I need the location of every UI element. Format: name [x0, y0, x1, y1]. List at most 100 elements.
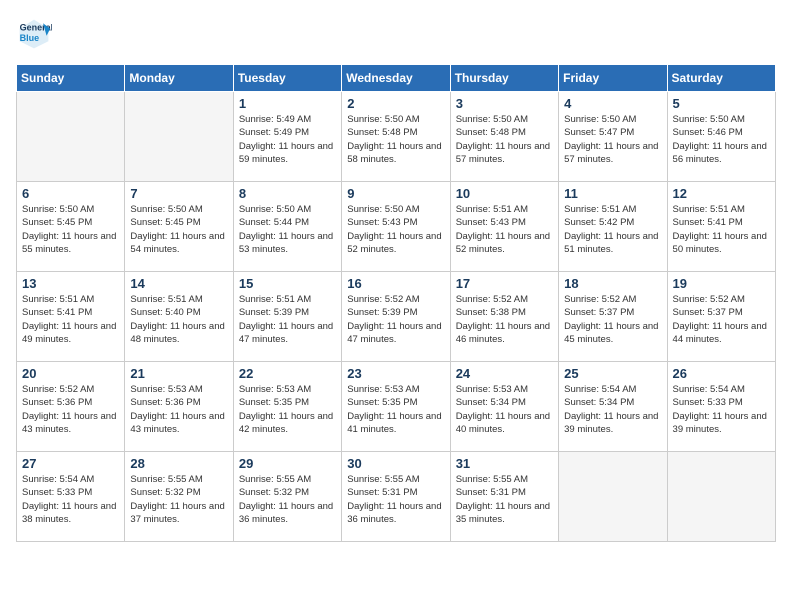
sunrise-text: Sunrise: 5:52 AM — [456, 294, 528, 305]
daylight-text: Daylight: 11 hours and 40 minutes. — [456, 411, 550, 435]
page-header: General Blue — [16, 16, 776, 52]
day-info: Sunrise: 5:51 AM Sunset: 5:39 PM Dayligh… — [239, 293, 336, 346]
daylight-text: Daylight: 11 hours and 59 minutes. — [239, 141, 333, 165]
day-number: 24 — [456, 366, 553, 381]
day-info: Sunrise: 5:55 AM Sunset: 5:31 PM Dayligh… — [456, 473, 553, 526]
day-info: Sunrise: 5:50 AM Sunset: 5:44 PM Dayligh… — [239, 203, 336, 256]
daylight-text: Daylight: 11 hours and 53 minutes. — [239, 231, 333, 255]
sunset-text: Sunset: 5:47 PM — [564, 127, 634, 138]
day-number: 27 — [22, 456, 119, 471]
sunrise-text: Sunrise: 5:50 AM — [347, 114, 419, 125]
day-number: 28 — [130, 456, 227, 471]
calendar-cell: 17 Sunrise: 5:52 AM Sunset: 5:38 PM Dayl… — [450, 272, 558, 362]
daylight-text: Daylight: 11 hours and 57 minutes. — [564, 141, 658, 165]
daylight-text: Daylight: 11 hours and 52 minutes. — [347, 231, 441, 255]
daylight-text: Daylight: 11 hours and 38 minutes. — [22, 501, 116, 525]
day-number: 21 — [130, 366, 227, 381]
sunrise-text: Sunrise: 5:54 AM — [564, 384, 636, 395]
day-number: 15 — [239, 276, 336, 291]
sunset-text: Sunset: 5:48 PM — [456, 127, 526, 138]
daylight-text: Daylight: 11 hours and 37 minutes. — [130, 501, 224, 525]
calendar-cell: 29 Sunrise: 5:55 AM Sunset: 5:32 PM Dayl… — [233, 452, 341, 542]
day-number: 13 — [22, 276, 119, 291]
logo: General Blue — [16, 16, 58, 52]
calendar-cell: 8 Sunrise: 5:50 AM Sunset: 5:44 PM Dayli… — [233, 182, 341, 272]
daylight-text: Daylight: 11 hours and 41 minutes. — [347, 411, 441, 435]
sunset-text: Sunset: 5:44 PM — [239, 217, 309, 228]
day-number: 26 — [673, 366, 770, 381]
calendar-cell: 25 Sunrise: 5:54 AM Sunset: 5:34 PM Dayl… — [559, 362, 667, 452]
sunrise-text: Sunrise: 5:55 AM — [347, 474, 419, 485]
sunrise-text: Sunrise: 5:55 AM — [239, 474, 311, 485]
sunset-text: Sunset: 5:37 PM — [673, 307, 743, 318]
sunrise-text: Sunrise: 5:51 AM — [22, 294, 94, 305]
daylight-text: Daylight: 11 hours and 56 minutes. — [673, 141, 767, 165]
calendar-cell: 2 Sunrise: 5:50 AM Sunset: 5:48 PM Dayli… — [342, 92, 450, 182]
svg-text:Blue: Blue — [20, 33, 40, 43]
daylight-text: Daylight: 11 hours and 44 minutes. — [673, 321, 767, 345]
day-info: Sunrise: 5:53 AM Sunset: 5:36 PM Dayligh… — [130, 383, 227, 436]
daylight-text: Daylight: 11 hours and 43 minutes. — [22, 411, 116, 435]
sunset-text: Sunset: 5:48 PM — [347, 127, 417, 138]
daylight-text: Daylight: 11 hours and 58 minutes. — [347, 141, 441, 165]
daylight-text: Daylight: 11 hours and 51 minutes. — [564, 231, 658, 255]
calendar-cell: 21 Sunrise: 5:53 AM Sunset: 5:36 PM Dayl… — [125, 362, 233, 452]
sunset-text: Sunset: 5:41 PM — [673, 217, 743, 228]
sunrise-text: Sunrise: 5:50 AM — [239, 204, 311, 215]
calendar-cell: 20 Sunrise: 5:52 AM Sunset: 5:36 PM Dayl… — [17, 362, 125, 452]
sunrise-text: Sunrise: 5:49 AM — [239, 114, 311, 125]
sunrise-text: Sunrise: 5:51 AM — [673, 204, 745, 215]
day-info: Sunrise: 5:50 AM Sunset: 5:45 PM Dayligh… — [22, 203, 119, 256]
day-info: Sunrise: 5:51 AM Sunset: 5:41 PM Dayligh… — [673, 203, 770, 256]
sunrise-text: Sunrise: 5:51 AM — [564, 204, 636, 215]
daylight-text: Daylight: 11 hours and 48 minutes. — [130, 321, 224, 345]
sunset-text: Sunset: 5:43 PM — [456, 217, 526, 228]
calendar-cell: 12 Sunrise: 5:51 AM Sunset: 5:41 PM Dayl… — [667, 182, 775, 272]
day-info: Sunrise: 5:50 AM Sunset: 5:47 PM Dayligh… — [564, 113, 661, 166]
sunset-text: Sunset: 5:45 PM — [130, 217, 200, 228]
sunset-text: Sunset: 5:38 PM — [456, 307, 526, 318]
day-number: 8 — [239, 186, 336, 201]
daylight-text: Daylight: 11 hours and 36 minutes. — [347, 501, 441, 525]
daylight-text: Daylight: 11 hours and 46 minutes. — [456, 321, 550, 345]
sunset-text: Sunset: 5:36 PM — [130, 397, 200, 408]
calendar-cell: 26 Sunrise: 5:54 AM Sunset: 5:33 PM Dayl… — [667, 362, 775, 452]
calendar-cell: 30 Sunrise: 5:55 AM Sunset: 5:31 PM Dayl… — [342, 452, 450, 542]
day-info: Sunrise: 5:55 AM Sunset: 5:32 PM Dayligh… — [239, 473, 336, 526]
day-info: Sunrise: 5:52 AM Sunset: 5:39 PM Dayligh… — [347, 293, 444, 346]
day-number: 11 — [564, 186, 661, 201]
sunrise-text: Sunrise: 5:51 AM — [130, 294, 202, 305]
day-info: Sunrise: 5:50 AM Sunset: 5:43 PM Dayligh… — [347, 203, 444, 256]
daylight-text: Daylight: 11 hours and 50 minutes. — [673, 231, 767, 255]
sunrise-text: Sunrise: 5:50 AM — [347, 204, 419, 215]
sunset-text: Sunset: 5:41 PM — [22, 307, 92, 318]
sunrise-text: Sunrise: 5:53 AM — [130, 384, 202, 395]
calendar-cell — [17, 92, 125, 182]
calendar-cell: 5 Sunrise: 5:50 AM Sunset: 5:46 PM Dayli… — [667, 92, 775, 182]
sunrise-text: Sunrise: 5:55 AM — [456, 474, 528, 485]
calendar-cell: 13 Sunrise: 5:51 AM Sunset: 5:41 PM Dayl… — [17, 272, 125, 362]
day-header-tuesday: Tuesday — [233, 65, 341, 92]
calendar-cell: 19 Sunrise: 5:52 AM Sunset: 5:37 PM Dayl… — [667, 272, 775, 362]
sunset-text: Sunset: 5:39 PM — [239, 307, 309, 318]
daylight-text: Daylight: 11 hours and 43 minutes. — [130, 411, 224, 435]
sunset-text: Sunset: 5:35 PM — [239, 397, 309, 408]
sunset-text: Sunset: 5:43 PM — [347, 217, 417, 228]
calendar-cell: 14 Sunrise: 5:51 AM Sunset: 5:40 PM Dayl… — [125, 272, 233, 362]
day-info: Sunrise: 5:54 AM Sunset: 5:33 PM Dayligh… — [673, 383, 770, 436]
day-number: 5 — [673, 96, 770, 111]
calendar-cell: 11 Sunrise: 5:51 AM Sunset: 5:42 PM Dayl… — [559, 182, 667, 272]
sunrise-text: Sunrise: 5:52 AM — [347, 294, 419, 305]
day-info: Sunrise: 5:50 AM Sunset: 5:45 PM Dayligh… — [130, 203, 227, 256]
calendar-cell — [125, 92, 233, 182]
calendar-cell: 9 Sunrise: 5:50 AM Sunset: 5:43 PM Dayli… — [342, 182, 450, 272]
calendar-cell: 28 Sunrise: 5:55 AM Sunset: 5:32 PM Dayl… — [125, 452, 233, 542]
day-header-wednesday: Wednesday — [342, 65, 450, 92]
daylight-text: Daylight: 11 hours and 49 minutes. — [22, 321, 116, 345]
sunset-text: Sunset: 5:46 PM — [673, 127, 743, 138]
day-info: Sunrise: 5:52 AM Sunset: 5:38 PM Dayligh… — [456, 293, 553, 346]
day-number: 6 — [22, 186, 119, 201]
day-number: 30 — [347, 456, 444, 471]
day-number: 20 — [22, 366, 119, 381]
sunrise-text: Sunrise: 5:55 AM — [130, 474, 202, 485]
